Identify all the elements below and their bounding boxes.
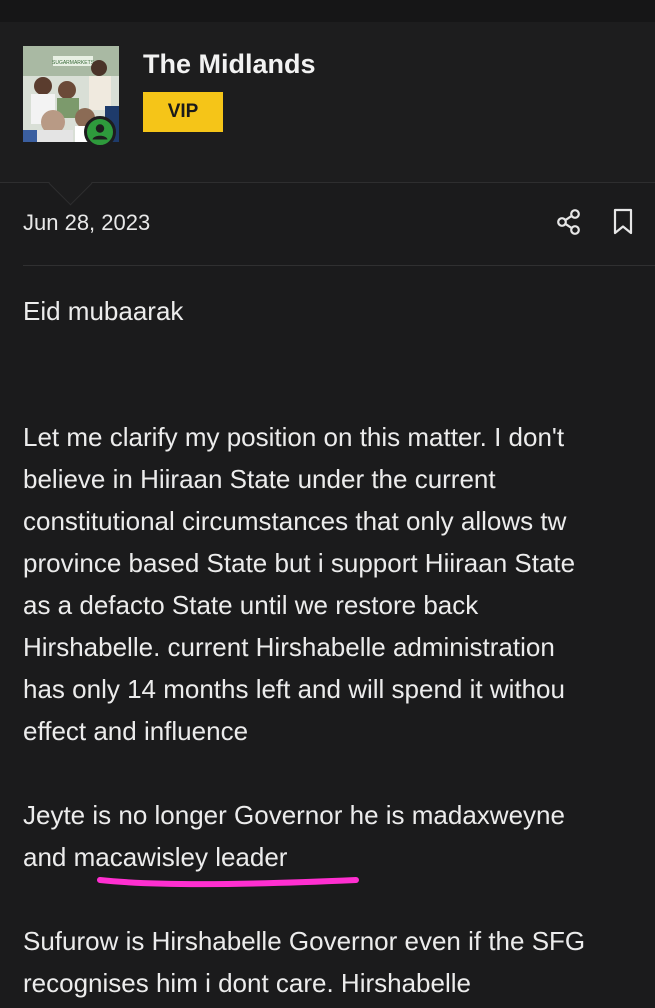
post-author-header: SUGARMARKETS The Midlands VIP (0, 22, 655, 183)
post-line: Eid mubaarak (23, 296, 184, 326)
author-name[interactable]: The Midlands (143, 49, 316, 80)
post-line: has only 14 months left and will spend i… (23, 674, 565, 704)
top-bar (0, 0, 655, 23)
post-line: constitutional circumstances that only a… (23, 506, 567, 536)
post-line: Hirshabelle. current Hirshabelle adminis… (23, 632, 555, 662)
bookmark-icon[interactable] (612, 208, 634, 236)
vip-badge: VIP (143, 92, 223, 132)
post-line: recognises him i dont care. Hirshabelle (23, 968, 471, 998)
post-line: Let me clarify my position on this matte… (23, 422, 565, 452)
post-line: as a defacto State until we restore back (23, 590, 479, 620)
avatar-banner-text: SUGARMARKETS (52, 60, 95, 66)
post-line: Jeyte is no longer Governor he is madaxw… (23, 800, 565, 830)
post-line: Sufurow is Hirshabelle Governor even if … (23, 926, 586, 956)
share-icon[interactable] (556, 208, 582, 236)
post-line: province based State but i support Hiira… (23, 548, 576, 578)
post-body: Eid mubaarak Let me clarify my position … (23, 290, 655, 1004)
post-date[interactable]: Jun 28, 2023 (23, 210, 150, 236)
post-line: effect and influence (23, 716, 249, 746)
divider (23, 265, 655, 266)
user-online-icon (84, 116, 116, 148)
highlight-underline (97, 877, 359, 888)
post-meta-row: Jun 28, 2023 (23, 198, 633, 248)
post-line: believe in Hiiraan State under the curre… (23, 464, 496, 494)
